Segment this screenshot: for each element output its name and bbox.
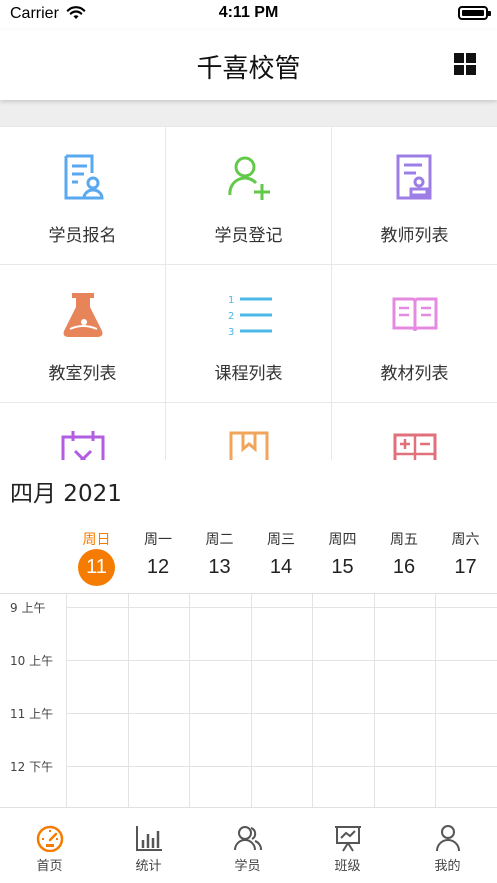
tab-label: 统计 [135, 859, 162, 874]
month-title: 四月 2021 [10, 481, 122, 507]
day-13[interactable]: 周二 13 [189, 526, 250, 588]
grid-square [454, 65, 464, 75]
hour-line [66, 607, 497, 608]
date-number: 13 [208, 556, 231, 578]
menu-grid: 学员报名 学员登记 教师列表 教室列表 1 2 3 课程列表 教材列表 [0, 126, 497, 460]
tab-home[interactable]: 首页 [0, 808, 99, 883]
tab-bar: 首页 统计 学员 班级 我的 [0, 807, 497, 883]
menu-item-label: 学员报名 [48, 226, 117, 246]
date-number: 12 [146, 556, 170, 578]
menu-item-calendar[interactable] [0, 403, 166, 460]
grid-column-line [250, 594, 252, 807]
menu-item-calculator[interactable] [332, 403, 497, 460]
menu-item-textbook-list[interactable]: 教材列表 [332, 265, 497, 403]
menu-item-student-register[interactable]: 学员报名 [0, 127, 166, 265]
menu-item-label: 教材列表 [380, 364, 449, 384]
battery-cap [488, 11, 491, 16]
numbered-list-icon: 1 2 3 [228, 295, 272, 338]
svg-text:1: 1 [228, 295, 234, 306]
hour-label: 10 上午 [10, 654, 54, 668]
add-user-icon [228, 156, 270, 200]
menu-item-teacher-list[interactable]: 教师列表 [332, 127, 497, 265]
tab-label: 我的 [434, 859, 461, 874]
day-16[interactable]: 周五 16 [374, 526, 435, 588]
battery-fill [462, 10, 484, 16]
presentation-icon [335, 826, 361, 852]
day-17[interactable]: 周六 17 [435, 526, 496, 588]
menu-item-classroom-list[interactable]: 教室列表 [0, 265, 166, 403]
date-number: 16 [392, 556, 416, 578]
date-number: 15 [331, 556, 354, 578]
section-divider [0, 100, 497, 126]
users-icon [234, 826, 262, 851]
day-12[interactable]: 周一 12 [128, 526, 189, 588]
day-15[interactable]: 周四 15 [312, 526, 373, 588]
tab-label: 首页 [36, 859, 63, 874]
weekday-label: 周六 [451, 532, 480, 548]
tab-stats[interactable]: 统计 [99, 808, 198, 883]
tab-label: 班级 [334, 859, 361, 874]
date-number: 17 [454, 556, 477, 578]
menu-item-course-list[interactable]: 1 2 3 课程列表 [166, 265, 332, 403]
hour-label: 11 上午 [10, 707, 54, 721]
grid-column-line [127, 594, 129, 807]
hour-line [66, 660, 497, 661]
grid-column-line [189, 594, 190, 807]
calculator-icon [393, 433, 437, 460]
grid-icon[interactable] [454, 53, 476, 75]
nav-bar: 千喜校管 [0, 30, 497, 100]
date-number: 11 [78, 549, 115, 586]
weekday-label: 周一 [144, 532, 172, 548]
bookmark-icon [229, 431, 269, 460]
grid-column-line [312, 594, 313, 807]
hour-label: 12 下午 [10, 760, 54, 774]
hour-label: 9 上午 [10, 601, 46, 615]
weekday-label: 周四 [328, 532, 357, 548]
status-bar: Carrier 4:11 PM [0, 0, 497, 30]
menu-item-student-add[interactable]: 学员登记 [166, 127, 332, 265]
tab-students[interactable]: 学员 [198, 808, 297, 883]
hour-line [66, 713, 497, 714]
menu-item-label: 教师列表 [380, 226, 449, 246]
grid-square [466, 65, 476, 75]
status-time: 4:11 PM [218, 4, 279, 21]
weekday-label: 周五 [390, 532, 418, 548]
battery-icon [458, 6, 491, 20]
grid-column-line [373, 594, 375, 807]
day-grid[interactable]: 9 上午 10 上午 11 上午 12 下午 [0, 593, 497, 807]
grid-column-line [66, 594, 67, 807]
profile-icon [436, 825, 460, 852]
weekday-label: 周日 [82, 532, 111, 548]
flask-icon [63, 293, 103, 337]
day-11[interactable]: 周日 11 [66, 526, 127, 588]
menu-item-label: 学员登记 [214, 226, 283, 246]
grid-square [454, 53, 464, 63]
date-number: 14 [269, 556, 293, 578]
week-strip: 周日 11 周一 12 周二 13 周三 14 周四 15 周五 16 周六 17 [66, 526, 497, 588]
book-icon [392, 297, 438, 332]
grid-column-line [435, 594, 436, 807]
calendar-icon [61, 431, 105, 460]
svg-text:2: 2 [228, 311, 234, 322]
tab-classes[interactable]: 班级 [298, 808, 397, 883]
menu-item-bookmark[interactable] [166, 403, 332, 460]
teacher-doc-icon [396, 154, 432, 200]
menu-item-label: 教室列表 [48, 364, 117, 384]
hour-line [66, 766, 497, 767]
bar-chart-icon [136, 826, 162, 851]
grid-square [466, 53, 476, 63]
tab-profile[interactable]: 我的 [398, 808, 497, 883]
dashboard-icon [36, 825, 64, 852]
weekday-label: 周三 [267, 532, 295, 548]
menu-item-label: 课程列表 [214, 364, 283, 384]
svg-text:3: 3 [228, 327, 234, 338]
day-14[interactable]: 周三 14 [251, 526, 312, 588]
weekday-label: 周二 [205, 532, 234, 548]
tab-label: 学员 [234, 859, 261, 874]
page-title: 千喜校管 [196, 54, 301, 84]
student-register-icon [64, 154, 104, 200]
